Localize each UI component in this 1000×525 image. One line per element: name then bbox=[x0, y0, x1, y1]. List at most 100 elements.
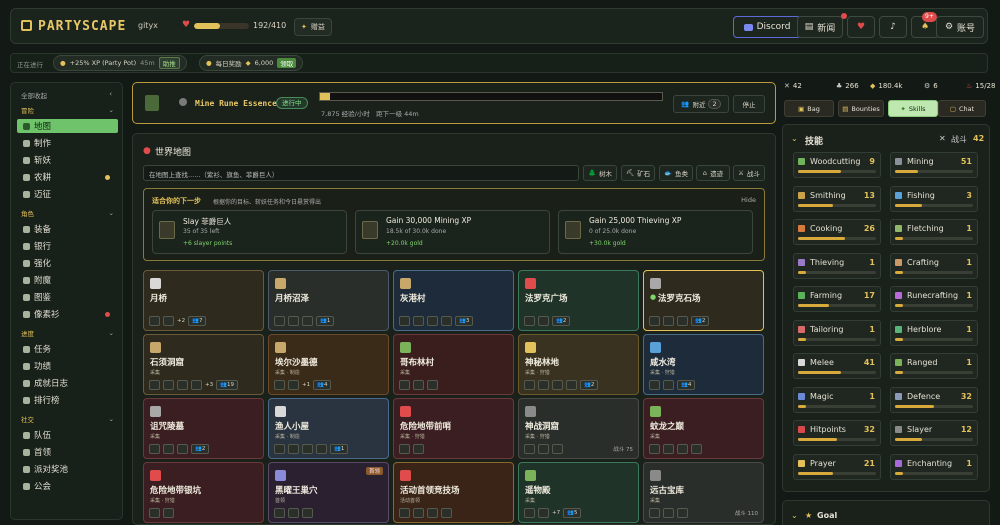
chevron-icon[interactable]: ‹ bbox=[109, 90, 112, 98]
tab-skills[interactable]: ✦ Skills bbox=[888, 100, 938, 117]
skill-slayer[interactable]: Slayer 12 bbox=[890, 420, 978, 446]
sidebar-item[interactable]: 装备 bbox=[17, 222, 118, 236]
skill-tailoring[interactable]: Tailoring 1 bbox=[793, 319, 881, 346]
sidebar-item[interactable]: 地图 bbox=[17, 119, 118, 133]
sidebar-item[interactable]: 派对奖池 bbox=[17, 462, 118, 476]
skill-enchanting[interactable]: Enchanting 1 bbox=[890, 453, 978, 480]
collapse-all[interactable]: 全部收起 bbox=[17, 89, 118, 101]
location-card[interactable]: 灰港村 👥 3 bbox=[393, 270, 514, 331]
sidebar-item[interactable]: 强化 bbox=[17, 256, 118, 270]
location-card[interactable]: 法罗克广场 👥 2 bbox=[518, 270, 639, 331]
sidebar-item[interactable]: 附魔 bbox=[17, 273, 118, 287]
filter-4[interactable]: ⚔ 战斗 bbox=[733, 165, 765, 181]
sidebar-item[interactable]: 图鉴 bbox=[17, 290, 118, 304]
skill-hitpoints[interactable]: Hitpoints 32 bbox=[793, 420, 881, 446]
filter-0[interactable]: 🌲 树木 bbox=[583, 165, 617, 181]
location-card[interactable]: 活动首领竞技场 活动首领 bbox=[393, 462, 514, 523]
map-search-input[interactable]: 在地图上查找......（紫衫、旗鱼、菲爵巨人） bbox=[143, 165, 579, 181]
stop-button[interactable]: 停止 bbox=[733, 95, 765, 113]
sidebar-item[interactable]: 排行榜 bbox=[17, 393, 118, 407]
chevron-down-icon[interactable]: ⌄ bbox=[791, 134, 798, 143]
skill-farming[interactable]: Farming 17 bbox=[793, 286, 881, 312]
skill-thieving[interactable]: Thieving 1 bbox=[793, 252, 881, 279]
skill-smithing[interactable]: Smithing 13 bbox=[793, 185, 881, 212]
app-logo[interactable]: PARTYSCAPE bbox=[21, 19, 126, 34]
suggestion-card[interactable]: Gain 30,000 Mining XP 18.5k of 30.0k done… bbox=[355, 210, 550, 254]
location-card[interactable]: 黑曜王巢穴 首领 首领 bbox=[268, 462, 389, 523]
filter-1[interactable]: ⛏ 矿石 bbox=[621, 165, 655, 181]
favorites-button[interactable]: ♥ bbox=[847, 16, 875, 38]
location-card[interactable]: 哥布林村 采集 bbox=[393, 334, 514, 395]
skill-melee[interactable]: Melee 41 bbox=[793, 353, 881, 379]
sidebar-section-sec_progress[interactable]: 进度 ⌄ bbox=[17, 327, 118, 339]
location-card[interactable]: 咸水湾 采集 · 狩猎 👥 4 bbox=[643, 334, 764, 395]
location-card[interactable]: 石须洞窟 采集 +3 👥 19 bbox=[143, 334, 264, 395]
sidebar-item[interactable]: 斩妖 bbox=[17, 153, 118, 167]
chevron-down-icon[interactable]: ⌄ bbox=[109, 209, 114, 217]
sidebar-item[interactable]: 任务 bbox=[17, 342, 118, 356]
location-card[interactable]: 埃尔沙墨德 采集 · 制造 +1 👥 4 bbox=[268, 334, 389, 395]
sidebar-item[interactable]: 队伍 bbox=[17, 428, 118, 442]
sidebar-item[interactable]: 首领 bbox=[17, 445, 118, 459]
nearby-button[interactable]: 👥 附近 2 bbox=[673, 95, 729, 113]
tab-bounties[interactable]: ▤ Bounties bbox=[838, 100, 884, 117]
location-card[interactable]: 危险地带银坑 采集 · 狩猎 bbox=[143, 462, 264, 523]
skill-woodcutting[interactable]: Woodcutting 9 bbox=[793, 152, 881, 178]
skill-mining[interactable]: Mining 51 bbox=[890, 152, 978, 178]
sidebar-item[interactable]: 迈征 bbox=[17, 187, 118, 201]
next-steps-subtitle: 根据你的目标、斩妖任务和今日悬赏得出 bbox=[213, 199, 322, 206]
account-button[interactable]: ⚙ 账号 bbox=[936, 16, 984, 38]
hide-button[interactable]: Hide bbox=[741, 196, 756, 204]
tab-bag[interactable]: ▣ Bag bbox=[784, 100, 834, 117]
location-card[interactable]: 蚊龙之巅 采集 bbox=[643, 398, 764, 459]
skill-cooking[interactable]: Cooking 26 bbox=[793, 219, 881, 245]
claim-button[interactable]: 领取 bbox=[277, 58, 297, 68]
location-card[interactable]: 月桥 +2 👥 7 bbox=[143, 270, 264, 331]
gift-button[interactable]: ✦ 赠益 bbox=[294, 18, 332, 36]
filter-3[interactable]: ⌂ 遗迹 bbox=[696, 165, 730, 181]
chevron-down-icon[interactable]: ⌄ bbox=[109, 329, 114, 337]
location-card[interactable]: 遥物殿 采集 +7 👥 5 bbox=[518, 462, 639, 523]
sidebar-item[interactable]: 功绩 bbox=[17, 359, 118, 373]
chevron-down-icon[interactable]: ⌄ bbox=[109, 415, 114, 423]
sidebar-item[interactable]: 成就日志 bbox=[17, 376, 118, 390]
skill-defence[interactable]: Defence 32 bbox=[890, 386, 978, 413]
skill-prayer[interactable]: Prayer 21 bbox=[793, 453, 881, 480]
tab-chat[interactable]: ▢ Chat bbox=[938, 100, 986, 117]
suggestion-card[interactable]: Slay 菲爵巨人 35 of 35 left +6 slayer points bbox=[152, 210, 347, 254]
location-card[interactable]: ● 法罗克石场 👥 2 bbox=[643, 270, 764, 331]
skill-runecrafting[interactable]: Runecrafting 1 bbox=[890, 286, 978, 312]
skill-herblore[interactable]: Herblore 1 bbox=[890, 319, 978, 346]
boost-pill[interactable]: ● +25% XP (Party Pot) 45m 助推 bbox=[53, 55, 187, 71]
sidebar-item[interactable]: 制作 bbox=[17, 136, 118, 150]
sidebar-item[interactable]: 像素衫 bbox=[17, 307, 118, 321]
daily-reward-pill[interactable]: ● 每日奖励 ◆ 6,000 领取 bbox=[199, 55, 304, 71]
skill-fletching[interactable]: Fletching 1 bbox=[890, 219, 978, 245]
suggestion-card[interactable]: Gain 25,000 Thieving XP 0 of 25.0k done +3… bbox=[558, 210, 753, 254]
filter-2[interactable]: 🐟 鱼类 bbox=[659, 165, 693, 181]
sidebar-item[interactable]: 公会 bbox=[17, 479, 118, 493]
boost-button[interactable]: 助推 bbox=[158, 57, 180, 69]
sidebar-section-sec_social[interactable]: 社交 ⌄ bbox=[17, 413, 118, 425]
location-card[interactable]: 危险地带前哨 采集 · 狩猎 bbox=[393, 398, 514, 459]
location-card[interactable]: 神秘林地 采集 · 狩猎 👥 2 bbox=[518, 334, 639, 395]
skill-crafting[interactable]: Crafting 1 bbox=[890, 252, 978, 279]
discord-button[interactable]: Discord bbox=[733, 16, 801, 38]
sidebar-item[interactable]: 银行 bbox=[17, 239, 118, 253]
chevron-down-icon[interactable]: ⌄ bbox=[791, 511, 798, 520]
resource-icon bbox=[538, 380, 549, 390]
location-card[interactable]: 月桥沼泽 👥 1 bbox=[268, 270, 389, 331]
location-card[interactable]: 渔人小屋 采集 · 制造 👥 1 bbox=[268, 398, 389, 459]
skill-fishing[interactable]: Fishing 3 bbox=[890, 185, 978, 212]
news-button[interactable]: ▤ 新闻 bbox=[797, 16, 843, 38]
sidebar-section-sec_adventure[interactable]: 冒险 ⌄ bbox=[17, 104, 118, 116]
sidebar-item[interactable]: 农耕 bbox=[17, 170, 118, 184]
location-card[interactable]: 神战洞窟 采集 · 狩猎 战斗 75 bbox=[518, 398, 639, 459]
location-card[interactable]: 诅咒陵墓 采集 👥 2 bbox=[143, 398, 264, 459]
chevron-down-icon[interactable]: ⌄ bbox=[109, 106, 114, 114]
music-button[interactable]: ♪ bbox=[879, 16, 907, 38]
skill-ranged[interactable]: Ranged 1 bbox=[890, 353, 978, 379]
location-card[interactable]: 远古宝库 采集 战斗 110 bbox=[643, 462, 764, 523]
sidebar-section-sec_character[interactable]: 角色 ⌄ bbox=[17, 207, 118, 219]
skill-magic[interactable]: Magic 1 bbox=[793, 386, 881, 413]
